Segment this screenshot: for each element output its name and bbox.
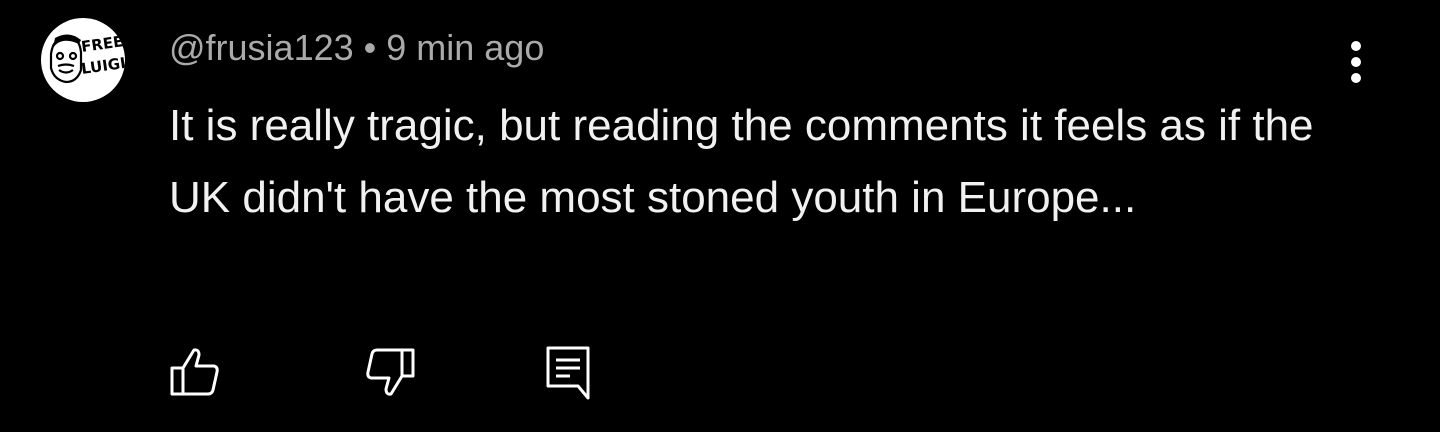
- comment-item: FREE LUIGI @frusia123 • 9 min ago It is re…: [0, 0, 1440, 432]
- avatar[interactable]: FREE LUIGI: [41, 18, 125, 102]
- avatar-text-line2: LUIGI: [80, 54, 125, 78]
- comment-reply-icon: [546, 346, 590, 400]
- more-vert-icon: [1351, 41, 1361, 83]
- comment-header: @frusia123 • 9 min ago: [169, 27, 544, 69]
- reply-button[interactable]: [540, 344, 596, 400]
- thumbs-down-icon: [366, 348, 415, 396]
- author-name[interactable]: @frusia123: [169, 27, 354, 68]
- thumbs-up-icon: [170, 348, 219, 396]
- comment-text: It is really tragic, but reading the com…: [169, 101, 1314, 222]
- timestamp: 9 min ago: [386, 27, 545, 68]
- like-button[interactable]: [166, 344, 222, 400]
- more-options-button[interactable]: [1330, 36, 1382, 88]
- avatar-image: FREE LUIGI: [49, 32, 125, 84]
- avatar-text-line1: FREE: [80, 32, 124, 56]
- meta-separator: •: [363, 27, 377, 68]
- dislike-button[interactable]: [363, 344, 419, 400]
